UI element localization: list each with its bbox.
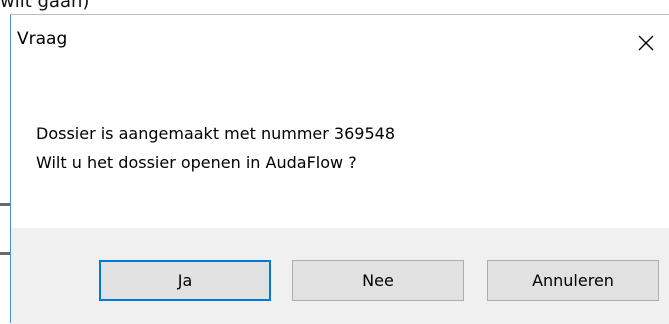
background-window-text: wilt gaan) bbox=[0, 0, 90, 12]
message-line-open-question: Wilt u het dossier openen in AudaFlow ? bbox=[36, 153, 357, 172]
close-icon bbox=[638, 35, 654, 51]
background-window-edge bbox=[0, 252, 10, 255]
message-line-dossier-created: Dossier is aangemaakt met nummer 369548 bbox=[36, 124, 395, 143]
question-dialog: Vraag Dossier is aangemaakt met nummer 3… bbox=[10, 14, 669, 324]
close-button[interactable] bbox=[623, 15, 669, 71]
background-window-edge bbox=[0, 203, 10, 206]
dialog-titlebar: Vraag bbox=[11, 15, 669, 71]
yes-button[interactable]: Ja bbox=[99, 260, 271, 301]
dialog-title: Vraag bbox=[17, 29, 68, 49]
dialog-button-bar: Ja Nee Annuleren bbox=[11, 228, 669, 324]
dialog-message: Dossier is aangemaakt met nummer 369548 … bbox=[36, 119, 395, 177]
cancel-button[interactable]: Annuleren bbox=[487, 260, 659, 301]
no-button[interactable]: Nee bbox=[292, 260, 464, 301]
